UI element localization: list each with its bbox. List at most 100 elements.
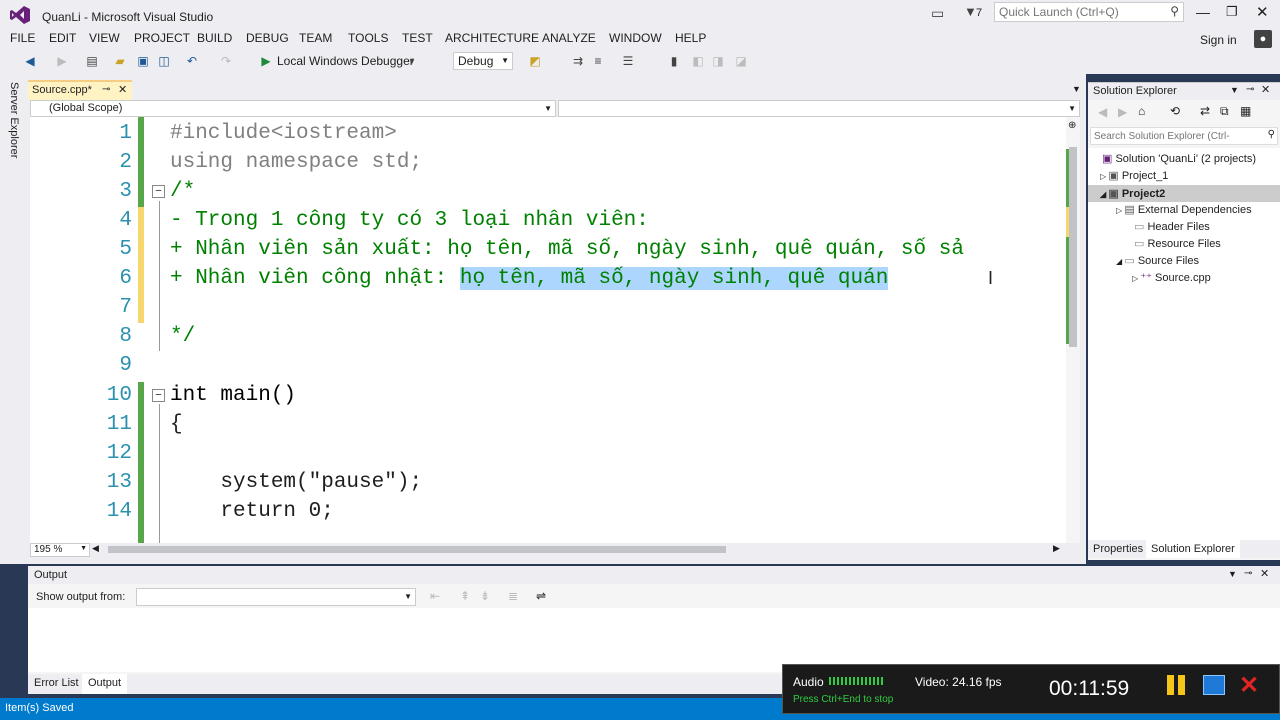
quick-launch-box[interactable]: ⚲ <box>994 2 1184 22</box>
tab-error-list[interactable]: Error List <box>34 677 79 689</box>
open-file-icon[interactable]: ▰ <box>112 53 128 69</box>
chevron-down-icon[interactable]: ▼ <box>404 53 420 69</box>
code-editor[interactable]: − − 1 #include<iostream> 2 using namespace… <box>30 117 1080 543</box>
zoom-dropdown[interactable]: 195 % ▼ <box>30 543 90 557</box>
forward-icon[interactable]: ▶ <box>54 53 70 69</box>
tree-item-resource-files[interactable]: ▭ Resource Files <box>1134 237 1221 250</box>
tree-item-header-files[interactable]: ▭ Header Files <box>1134 220 1210 233</box>
scroll-right-icon[interactable]: ▶ <box>1053 543 1060 554</box>
menu-tools[interactable]: TOOLS <box>348 31 388 45</box>
scroll-thumb[interactable] <box>1069 147 1077 347</box>
chevron-down-icon: ▼ <box>544 104 552 113</box>
list-icon[interactable]: ☰ <box>620 53 636 69</box>
new-project-icon[interactable]: ▤ <box>84 53 100 69</box>
word-wrap-icon[interactable]: ⇌ <box>536 589 546 603</box>
close-icon[interactable]: ✕ <box>1260 567 1269 580</box>
filter-icon[interactable]: ▼ <box>964 4 977 19</box>
chevron-down-icon[interactable]: ▼ <box>1230 85 1239 95</box>
solution-search-input[interactable] <box>1091 128 1263 145</box>
back-icon[interactable]: ◀ <box>1098 105 1107 119</box>
close-recorder-icon[interactable]: ✕ <box>1239 671 1259 700</box>
menu-team[interactable]: TEAM <box>299 31 332 45</box>
undo-icon[interactable]: ↶ <box>184 53 200 69</box>
menu-analyze[interactable]: ANALYZE <box>542 31 596 45</box>
clear-all-icon[interactable]: ≣ <box>508 589 518 603</box>
menu-project[interactable]: PROJECT <box>134 31 190 45</box>
prev-message-icon[interactable]: ⇞ <box>460 589 470 603</box>
home-icon[interactable]: ⌂ <box>1138 104 1145 118</box>
sign-in-link[interactable]: Sign in <box>1200 33 1237 47</box>
horizontal-scroll-thumb[interactable] <box>108 546 726 553</box>
chevron-down-icon[interactable]: ▼ <box>1228 569 1237 579</box>
output-text-area[interactable] <box>28 608 1280 672</box>
code-line: 12 <box>106 442 132 465</box>
menu-help[interactable]: HELP <box>675 31 706 45</box>
output-toolbar: Show output from: ▼ ⇤ ⇞ ⇟ ≣ ⇌ <box>28 586 1280 608</box>
bookmark-next-icon[interactable]: ◨ <box>710 53 726 69</box>
minimize-button[interactable]: — <box>1196 4 1210 20</box>
pin-icon[interactable]: ⊸ <box>1246 84 1254 95</box>
tree-item-external-deps[interactable]: ▷ ▤ External Dependencies <box>1116 203 1252 216</box>
properties-icon[interactable]: ▦ <box>1240 104 1251 118</box>
scroll-left-icon[interactable]: ◀ <box>92 543 99 554</box>
find-message-icon[interactable]: ⇤ <box>430 589 440 603</box>
tree-item-project2[interactable]: ◢ ▣ Project2 <box>1088 185 1280 202</box>
start-debugger-button[interactable]: Local Windows Debugger <box>277 54 414 68</box>
tab-source-cpp[interactable]: Source.cpp* ⊸ ✕ <box>28 80 132 100</box>
close-window-button[interactable]: ✕ <box>1256 3 1269 21</box>
bookmark-clear-icon[interactable]: ◪ <box>733 53 749 69</box>
redo-icon[interactable]: ↷ <box>218 53 234 69</box>
account-avatar[interactable]: ● <box>1254 30 1272 48</box>
quick-launch-input[interactable] <box>995 3 1159 21</box>
solution-explorer-search[interactable]: ⚲ <box>1090 127 1278 145</box>
tab-solution-explorer[interactable]: Solution Explorer <box>1146 540 1240 558</box>
collapse-all-icon[interactable]: ⧉ <box>1220 104 1229 119</box>
back-icon[interactable]: ◀ <box>22 53 38 69</box>
comment-icon[interactable]: ⇉ <box>570 53 586 69</box>
menu-file[interactable]: FILE <box>10 31 35 45</box>
notification-icon[interactable]: ▭ <box>931 5 944 22</box>
vertical-scrollbar[interactable]: ⊕ <box>1066 117 1080 543</box>
pin-icon[interactable]: ⊸ <box>102 84 110 95</box>
tree-item-source-cpp[interactable]: ▷ ⁺⁺ Source.cpp <box>1132 271 1211 284</box>
code-line: 10 int main() <box>106 384 297 407</box>
save-icon[interactable]: ▣ <box>135 53 151 69</box>
output-source-select[interactable]: ▼ <box>136 588 416 606</box>
find-icon[interactable]: ◩ <box>527 53 543 69</box>
bookmark-icon[interactable]: ▮ <box>666 53 682 69</box>
menu-test[interactable]: TEST <box>402 31 433 45</box>
tree-item-project-1[interactable]: ▷ ▣ Project_1 <box>1100 169 1168 182</box>
split-icon[interactable]: ⊕ <box>1068 120 1076 131</box>
menu-view[interactable]: VIEW <box>89 31 120 45</box>
sync-icon[interactable]: ⟲ <box>1170 104 1180 118</box>
forward-icon[interactable]: ▶ <box>1118 105 1127 119</box>
save-all-icon[interactable]: ◫ <box>156 53 172 69</box>
menu-edit[interactable]: EDIT <box>49 31 76 45</box>
server-explorer-tab[interactable]: Server Explorer <box>8 82 22 162</box>
menu-debug[interactable]: DEBUG <box>246 31 289 45</box>
restore-button[interactable]: ❐ <box>1226 4 1238 20</box>
stop-icon[interactable] <box>1203 675 1225 695</box>
scope-dropdown[interactable]: (Global Scope) ▼ <box>30 100 556 117</box>
play-icon[interactable]: ▶ <box>258 53 274 69</box>
next-message-icon[interactable]: ⇟ <box>480 589 490 603</box>
bookmark-prev-icon[interactable]: ◧ <box>690 53 706 69</box>
pin-icon[interactable]: ⊸ <box>1244 568 1252 579</box>
menu-build[interactable]: BUILD <box>197 31 232 45</box>
tab-overflow-icon[interactable]: ▼ <box>1072 84 1081 94</box>
pause-icon[interactable] <box>1167 675 1187 695</box>
tab-output[interactable]: Output <box>82 674 128 694</box>
close-icon[interactable]: ✕ <box>118 83 127 96</box>
tree-item-solution[interactable]: ▣ Solution 'QuanLi' (2 projects) <box>1102 152 1256 165</box>
menu-window[interactable]: WINDOW <box>609 31 662 45</box>
tab-properties[interactable]: Properties <box>1093 543 1143 555</box>
close-icon[interactable]: ✕ <box>1261 83 1270 96</box>
code-line: 8 */ <box>119 325 196 348</box>
status-text: Item(s) Saved <box>5 702 74 714</box>
indent-icon[interactable]: ≡ <box>590 53 606 69</box>
menu-architecture[interactable]: ARCHITECTURE <box>445 31 539 45</box>
refresh-icon[interactable]: ⇄ <box>1200 104 1210 118</box>
member-dropdown[interactable]: ▼ <box>558 100 1080 117</box>
tree-item-source-files[interactable]: ◢ ▭ Source Files <box>1116 254 1199 267</box>
configuration-select[interactable]: Debug ▼ <box>453 52 513 70</box>
